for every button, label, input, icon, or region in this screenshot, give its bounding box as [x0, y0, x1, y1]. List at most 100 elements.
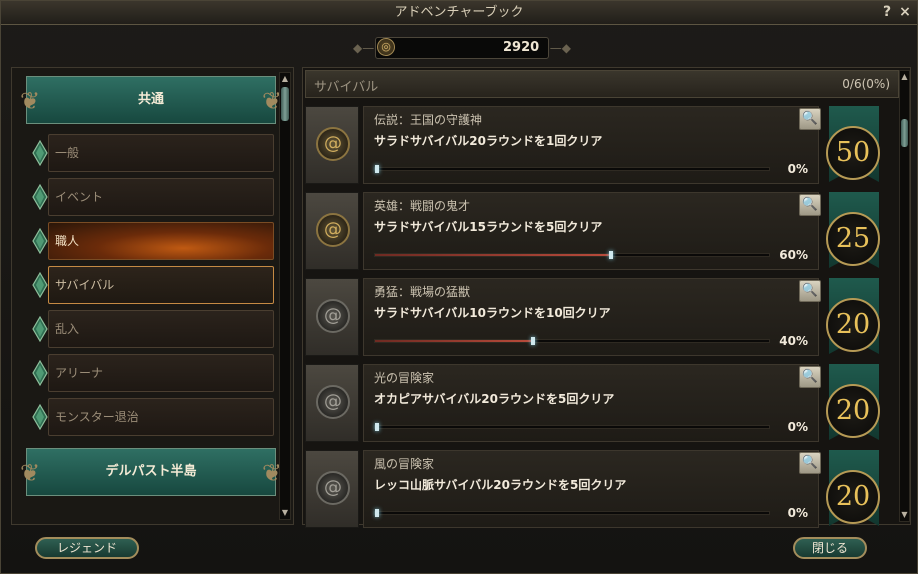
achievement-description: レッコ山脈サバイバル20ラウンドを5回クリア — [374, 478, 627, 492]
achievement-body: 勇猛：戦場の猛獣サラドサバイバル10ラウンドを10回クリア 40% — [363, 278, 819, 356]
sidebar-item[interactable]: 乱入 — [32, 310, 274, 348]
achievement-description: サラドサバイバル15ラウンドを5回クリア — [374, 220, 603, 234]
achievement-description: オカピアサバイバル20ラウンドを5回クリア — [374, 392, 615, 406]
points-display: ◆— ◎ 2920 —◆ — [353, 35, 571, 61]
achievement-progress-bar — [374, 337, 770, 345]
achievement-emblem: @ — [305, 278, 359, 356]
achievement-percent: 0% — [787, 420, 808, 434]
progress-marker — [375, 423, 379, 431]
sidebar-item[interactable]: 一般 — [32, 134, 274, 172]
achievement-name: 英雄：戦闘の鬼才 — [374, 199, 471, 213]
progress-marker — [530, 337, 535, 345]
points-value: 2920 — [503, 40, 540, 55]
achievement-points: 25 — [826, 212, 880, 266]
scrollbar-thumb[interactable] — [901, 119, 908, 147]
diamond-gem-icon — [32, 183, 48, 211]
achievement-emblem: @ — [305, 106, 359, 184]
sidebar-item-label: サバイバル — [48, 266, 274, 304]
achievement-emblem: @ — [305, 364, 359, 442]
sidebar-item-label: 一般 — [48, 134, 274, 172]
diamond-gem-icon — [32, 315, 48, 343]
scroll-up-icon[interactable]: ▲ — [280, 74, 290, 84]
achievement-points-badge: 20 — [825, 450, 881, 528]
achievement-scrollbar[interactable]: ▲ ▼ — [899, 70, 910, 522]
close-button[interactable]: 閉じる — [793, 537, 867, 559]
progress-marker — [375, 509, 379, 517]
achievement-progress-bar — [374, 165, 770, 173]
achievement-points-badge: 20 — [825, 278, 881, 356]
category-header-common[interactable]: ❦ 共通 ❦ — [20, 76, 282, 124]
sidebar-item[interactable]: サバイバル — [32, 266, 274, 304]
category-header-delpast[interactable]: ❦ デルパスト半島 ❦ — [20, 448, 282, 496]
ornament-right-icon: —◆ — [549, 41, 571, 55]
category-header-label: 共通 — [137, 92, 164, 107]
category-scrollbar[interactable]: ▲ ▼ — [279, 72, 291, 520]
achievement-name: 風の冒険家 — [374, 457, 435, 471]
legend-button[interactable]: レジェンド — [35, 537, 139, 559]
close-icon[interactable]: × — [897, 4, 913, 21]
sidebar-item[interactable]: イベント — [32, 178, 274, 216]
coin-spiral-icon: ◎ — [377, 38, 395, 56]
achievement-description: サラドサバイバル10ラウンドを10回クリア — [374, 306, 611, 320]
diamond-gem-icon — [32, 271, 48, 299]
progress-fill — [375, 340, 533, 342]
progress-fill — [375, 254, 612, 256]
ornament-left-icon: ◆— — [353, 41, 375, 55]
achievement-points: 50 — [826, 126, 880, 180]
diamond-gem-icon — [32, 227, 48, 255]
spiral-emblem-icon: @ — [316, 471, 350, 505]
sidebar-item[interactable]: 職人 — [32, 222, 274, 260]
sidebar-item-label: 職人 — [48, 222, 274, 260]
achievement-name: 光の冒険家 — [374, 371, 435, 385]
achievement-panel: サバイバル 0/6(0%) @ 伝説：王国の守護神サラドサバイバル20ラウンドを1… — [302, 67, 911, 528]
achievement-percent: 40% — [779, 334, 808, 348]
achievement-body: 光の冒険家オカピアサバイバル20ラウンドを5回クリア 0% — [363, 364, 819, 442]
scroll-up-icon[interactable]: ▲ — [900, 72, 909, 82]
magnifier-icon[interactable]: 🔍 — [799, 452, 821, 474]
achievement-name: 伝説：王国の守護神 — [374, 113, 483, 127]
magnifier-icon[interactable]: 🔍 — [799, 194, 821, 216]
achievement-body: 風の冒険家レッコ山脈サバイバル20ラウンドを5回クリア 0% — [363, 450, 819, 528]
achievement-progress-bar — [374, 509, 770, 517]
diamond-gem-icon — [32, 359, 48, 387]
magnifier-icon[interactable]: 🔍 — [799, 366, 821, 388]
sidebar-item-label: アリーナ — [48, 354, 274, 392]
category-panel: ❦ 共通 ❦ 一般イベント職人サバイバル乱入アリーナモンスター退治 ❦ デルパス… — [11, 67, 294, 525]
achievement-description: サラドサバイバル20ラウンドを1回クリア — [374, 134, 603, 148]
scrollbar-thumb[interactable] — [281, 87, 289, 121]
sidebar-item-label: イベント — [48, 178, 274, 216]
achievement-row: @ 風の冒険家レッコ山脈サバイバル20ラウンドを5回クリア 0% 🔍 20 — [305, 448, 893, 530]
sidebar-item[interactable]: モンスター退治 — [32, 398, 274, 436]
section-header: サバイバル 0/6(0%) — [305, 70, 899, 98]
help-icon[interactable]: ? — [879, 4, 895, 21]
spiral-emblem-icon: @ — [316, 299, 350, 333]
achievement-emblem: @ — [305, 192, 359, 270]
achievement-points: 20 — [826, 470, 880, 524]
achievement-points-badge: 20 — [825, 364, 881, 442]
achievement-progress-bar — [374, 251, 770, 259]
sidebar-item-label: モンスター退治 — [48, 398, 274, 436]
achievement-points-badge: 25 — [825, 192, 881, 270]
achievement-body: 伝説：王国の守護神 サラドサバイバル20ラウンドを1回クリア 0% — [363, 106, 819, 184]
section-progress: 0/6(0%) — [842, 77, 890, 91]
achievement-name: 勇猛：戦場の猛獣 — [374, 285, 471, 299]
title-bar[interactable]: アドベンチャーブック ? × — [1, 1, 917, 25]
spiral-emblem-icon: @ — [316, 127, 350, 161]
scroll-down-icon[interactable]: ▼ — [280, 508, 290, 518]
section-title: サバイバル — [314, 80, 379, 95]
progress-marker — [375, 165, 379, 173]
achievement-body: 英雄：戦闘の鬼才 サラドサバイバル15ラウンドを5回クリア 60% — [363, 192, 819, 270]
achievement-row: @ 勇猛：戦場の猛獣サラドサバイバル10ラウンドを10回クリア 40% 🔍 20 — [305, 276, 893, 358]
spiral-emblem-icon: @ — [316, 385, 350, 419]
achievement-points: 20 — [826, 298, 880, 352]
sidebar-item-label: 乱入 — [48, 310, 274, 348]
scroll-ornament-icon: ❦ — [19, 87, 41, 115]
achievement-percent: 0% — [787, 506, 808, 520]
achievement-points: 20 — [826, 384, 880, 438]
magnifier-icon[interactable]: 🔍 — [799, 108, 821, 130]
scroll-down-icon[interactable]: ▼ — [900, 510, 909, 520]
sidebar-item[interactable]: アリーナ — [32, 354, 274, 392]
progress-marker — [609, 251, 614, 259]
category-header-label: デルパスト半島 — [105, 464, 197, 479]
magnifier-icon[interactable]: 🔍 — [799, 280, 821, 302]
